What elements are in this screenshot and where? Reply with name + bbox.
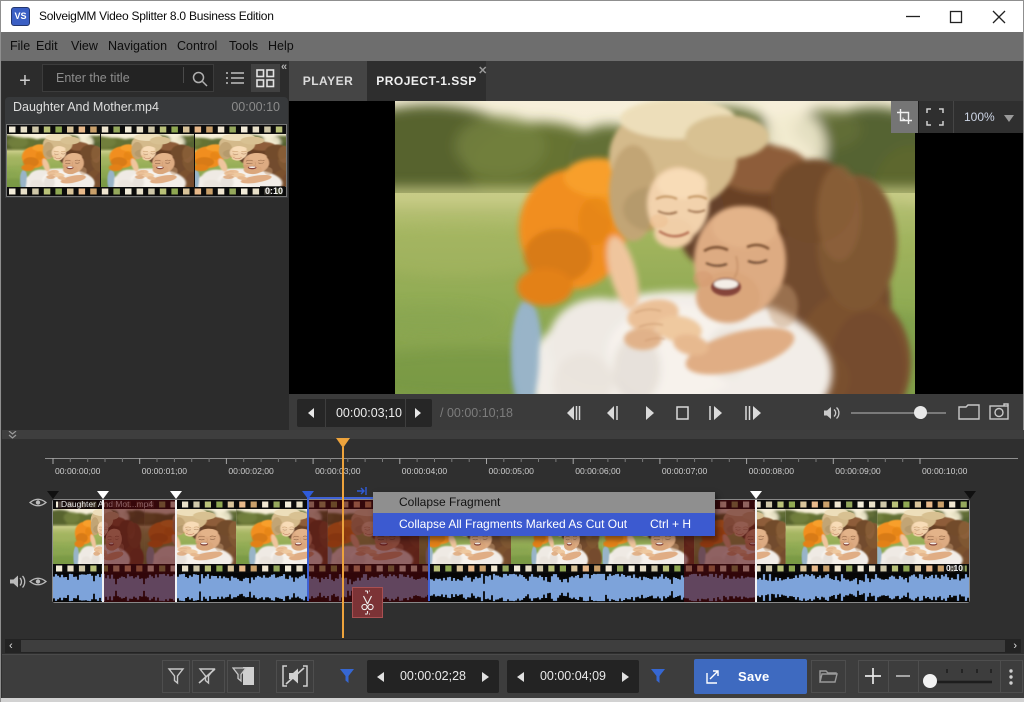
svg-text:0:10: 0:10 — [265, 186, 283, 196]
svg-text:00:00:09;00: 00:00:09;00 — [835, 466, 881, 476]
svg-text:00:00:04;00: 00:00:04;00 — [402, 466, 448, 476]
svg-text:00:00:05;00: 00:00:05;00 — [489, 466, 535, 476]
svg-text:00:00:08;00: 00:00:08;00 — [749, 466, 795, 476]
svg-text:00:00:07;00: 00:00:07;00 — [662, 466, 708, 476]
svg-text:00:00:01;00: 00:00:01;00 — [142, 466, 188, 476]
svg-text:00:00:10;00: 00:00:10;00 — [922, 466, 968, 476]
svg-text:00:00:06;00: 00:00:06;00 — [575, 466, 621, 476]
svg-text:00:00:03;00: 00:00:03;00 — [315, 466, 361, 476]
svg-text:00:00:00;00: 00:00:00;00 — [55, 466, 101, 476]
svg-text:00:00:02;00: 00:00:02;00 — [228, 466, 274, 476]
